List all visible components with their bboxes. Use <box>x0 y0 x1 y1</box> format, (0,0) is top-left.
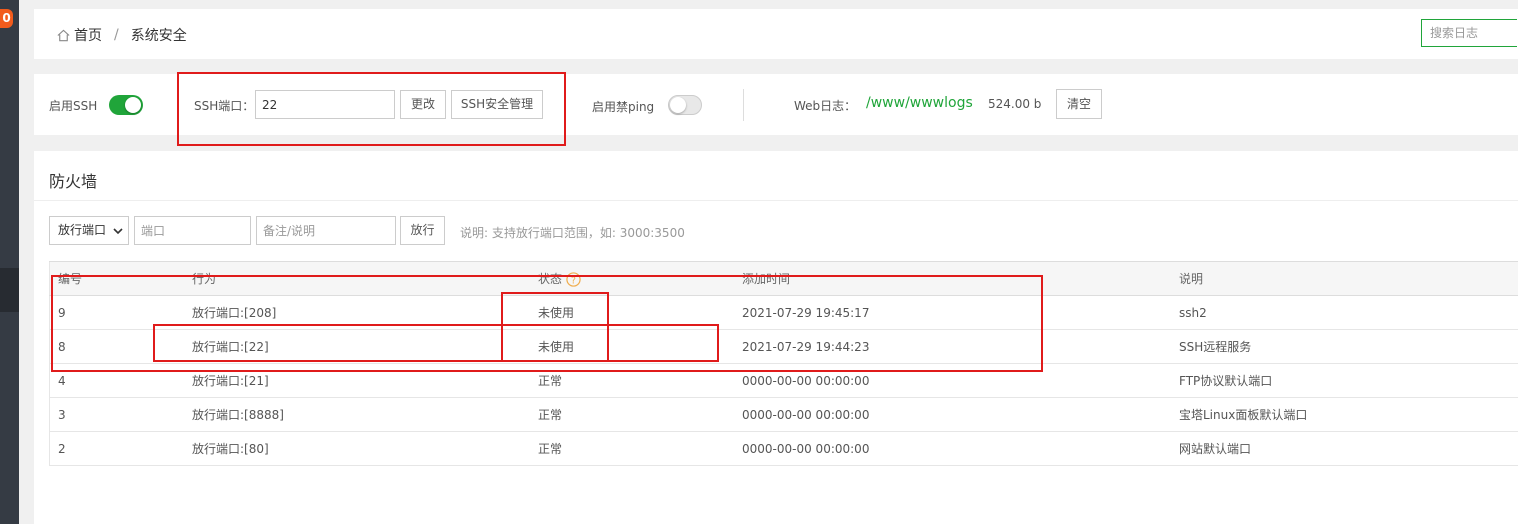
breadcrumb-bar: 首页 / 系统安全 <box>34 9 1518 59</box>
divider <box>34 200 1518 201</box>
cell-status: 正常 <box>538 431 742 466</box>
cell-status: 正常 <box>538 363 742 398</box>
firewall-panel: 防火墙 放行端口 放行 说明: 支持放行端口范围，如: 3000:3500 编号… <box>34 151 1518 524</box>
sidebar: 0 <box>0 0 19 524</box>
hint-text: 说明: 支持放行端口范围，如: 3000:3500 <box>460 226 685 240</box>
divider <box>743 89 744 121</box>
cell-id: 4 <box>49 363 192 398</box>
cell-action: 放行端口:[8888] <box>192 397 538 432</box>
breadcrumb-current: 系统安全 <box>130 28 187 44</box>
rule-type-select[interactable]: 放行端口 <box>49 216 129 245</box>
disable-ping-toggle[interactable] <box>668 95 702 115</box>
table-row: 8 放行端口:[22] 未使用 2021-07-29 19:44:23 SSH远… <box>49 329 1518 364</box>
port-input[interactable] <box>134 216 251 245</box>
cell-time: 0000-00-00 00:00:00 <box>742 363 1179 398</box>
table-row: 2 放行端口:[80] 正常 0000-00-00 00:00:00 网站默认端… <box>49 431 1518 466</box>
clear-log-button[interactable]: 清空 <box>1056 89 1102 119</box>
ssh-port-input[interactable] <box>255 90 395 119</box>
rule-type-value: 放行端口 <box>58 223 107 237</box>
svg-text:?: ? <box>571 275 576 286</box>
cell-note: SSH远程服务 <box>1179 329 1518 364</box>
cell-action: 放行端口:[80] <box>192 431 538 466</box>
cell-time: 0000-00-00 00:00:00 <box>742 431 1179 466</box>
weblog-size: 524.00 b <box>988 97 1042 111</box>
cell-action: 放行端口:[22] <box>192 329 538 364</box>
table-row: 9 放行端口:[208] 未使用 2021-07-29 19:45:17 ssh… <box>49 295 1518 330</box>
column-header: 行为 <box>192 261 538 296</box>
weblog-path-link[interactable]: /www/wwwlogs <box>866 95 973 111</box>
breadcrumb: 首页 / 系统安全 <box>56 25 187 45</box>
cell-id: 2 <box>49 431 192 466</box>
home-icon[interactable] <box>56 28 71 43</box>
chevron-down-icon <box>113 228 123 235</box>
ssh-port-label: SSH端口： <box>194 99 255 113</box>
sidebar-active-item[interactable] <box>0 268 19 312</box>
breadcrumb-separator: / <box>114 27 119 43</box>
table-row: 4 放行端口:[21] 正常 0000-00-00 00:00:00 FTP协议… <box>49 363 1518 398</box>
cell-time: 0000-00-00 00:00:00 <box>742 397 1179 432</box>
cell-status: 未使用 <box>538 295 742 330</box>
disable-ping-label: 启用禁ping <box>592 100 655 114</box>
enable-ssh-label: 启用SSH <box>49 99 98 113</box>
breadcrumb-home[interactable]: 首页 <box>74 25 102 45</box>
change-port-button[interactable]: 更改 <box>400 90 446 119</box>
cell-id: 8 <box>49 329 192 364</box>
column-header: 添加时间 <box>742 261 1179 296</box>
column-header-status: 状态? <box>538 261 742 296</box>
cell-id: 3 <box>49 397 192 432</box>
firewall-table: 编号 行为 状态? 添加时间 说明 9 放行端口:[208] 未使用 2021-… <box>49 261 1518 466</box>
table-row: 3 放行端口:[8888] 正常 0000-00-00 00:00:00 宝塔L… <box>49 397 1518 432</box>
ssh-settings-panel: 启用SSH SSH端口： 更改 SSH安全管理 启用禁ping Web日志： /… <box>34 74 1518 135</box>
column-header: 编号 <box>49 261 192 296</box>
ssh-security-manage-button[interactable]: SSH安全管理 <box>451 90 543 119</box>
cell-id: 9 <box>49 295 192 330</box>
note-input[interactable] <box>256 216 396 245</box>
cell-status: 未使用 <box>538 329 742 364</box>
allow-port-button[interactable]: 放行 <box>400 216 445 245</box>
search-log-input[interactable] <box>1421 19 1517 47</box>
cell-note: 网站默认端口 <box>1179 431 1518 466</box>
notification-badge[interactable]: 0 <box>0 9 13 28</box>
cell-status: 正常 <box>538 397 742 432</box>
enable-ssh-toggle[interactable] <box>109 95 143 115</box>
cell-note: FTP协议默认端口 <box>1179 363 1518 398</box>
help-icon[interactable]: ? <box>566 272 581 287</box>
table-header-row: 编号 行为 状态? 添加时间 说明 <box>49 261 1518 296</box>
cell-time: 2021-07-29 19:44:23 <box>742 329 1179 364</box>
firewall-title: 防火墙 <box>49 172 98 191</box>
cell-note: ssh2 <box>1179 295 1518 330</box>
weblog-label: Web日志： <box>794 99 857 113</box>
cell-time: 2021-07-29 19:45:17 <box>742 295 1179 330</box>
cell-action: 放行端口:[208] <box>192 295 538 330</box>
cell-action: 放行端口:[21] <box>192 363 538 398</box>
cell-note: 宝塔Linux面板默认端口 <box>1179 397 1518 432</box>
column-header: 说明 <box>1179 261 1518 296</box>
